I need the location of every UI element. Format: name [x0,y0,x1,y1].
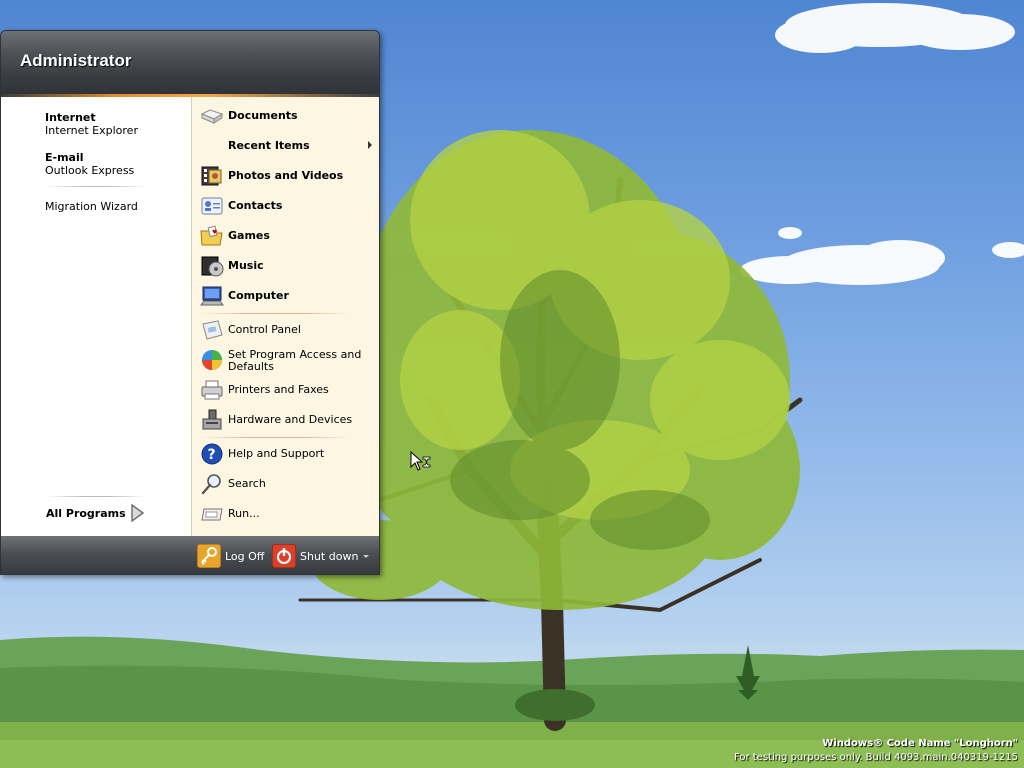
pinned-item-email[interactable]: E-mail Outlook Express [45,151,134,177]
start-menu: Administrator Internet Internet Explorer… [0,30,380,575]
chevron-down-icon[interactable] [363,555,369,558]
menu-item-help-support[interactable]: ? Help and Support [200,441,376,467]
menu-item-music[interactable]: Music [200,253,376,279]
menu-item-label: Contacts [228,199,283,212]
menu-item-printers-faxes[interactable]: Printers and Faxes [200,377,376,403]
menu-item-label: Hardware and Devices [228,413,353,426]
svg-text:♥: ♥ [212,229,217,236]
run-icon [201,508,223,521]
search-icon [201,474,221,495]
key-icon [197,544,221,568]
pinned-item-internet[interactable]: Internet Internet Explorer [45,111,138,137]
program-access-icon [202,350,222,370]
log-off-button[interactable]: Log Off [197,544,267,568]
power-icon [272,544,296,568]
menu-separator [200,313,350,314]
music-icon [201,256,224,277]
menu-item-run[interactable]: Run... [200,501,376,527]
menu-item-set-program-access[interactable]: Set Program Access and Defaults [200,347,376,373]
mouse-cursor-icon [410,451,431,471]
log-off-label: Log Off [225,550,265,563]
pinned-item-title: Internet [45,111,96,124]
help-icon: ? [201,443,223,465]
start-menu-footer: Log Off Shut down [1,536,379,574]
menu-item-control-panel[interactable]: Control Panel [200,317,376,343]
user-name[interactable]: Administrator [20,51,131,71]
menu-item-label: Printers and Faxes [228,383,329,396]
pinned-separator [45,186,147,187]
recent-item-migration-wizard[interactable]: Migration Wizard [45,200,138,213]
contacts-icon [201,197,223,215]
menu-item-label: Recent Items [228,139,310,152]
printer-icon [201,380,223,400]
hardware-icon [202,409,222,430]
all-programs-label: All Programs [46,507,126,520]
menu-item-hardware-devices[interactable]: Hardware and Devices [200,407,376,433]
computer-icon [200,286,224,306]
recent-item-label: Migration Wizard [45,200,138,213]
menu-item-label: Control Panel [228,323,301,336]
arrow-right-icon [131,503,145,523]
pinned-item-title: E-mail [45,151,84,164]
menu-item-label: Run... [228,507,260,520]
watermark-title: Windows® Code Name "Longhorn" [822,738,1018,749]
menu-item-search[interactable]: Search [200,471,376,497]
start-menu-header: Administrator [1,31,379,95]
start-menu-right-pane: Documents Recent Items Photos and Videos… [191,97,379,536]
menu-item-photos-videos[interactable]: Photos and Videos [200,163,376,189]
all-programs-separator [45,496,147,497]
menu-item-label: Set Program Access and Defaults [228,348,362,373]
all-programs-button[interactable]: All Programs [46,502,166,524]
menu-item-label: Games [228,229,270,242]
menu-separator [200,437,350,438]
menu-item-label: Search [228,477,266,490]
menu-item-label: Music [228,259,264,272]
menu-item-label: Computer [228,289,289,302]
build-watermark: Windows® Code Name "Longhorn" For testin… [734,737,1018,765]
pinned-item-subtitle: Outlook Express [45,164,135,177]
menu-item-documents[interactable]: Documents [200,103,376,129]
menu-item-label: Photos and Videos [228,169,344,182]
start-menu-left-pane: Internet Internet Explorer E-mail Outloo… [1,97,191,536]
photos-videos-icon [201,166,222,186]
menu-item-contacts[interactable]: Contacts [200,193,376,219]
watermark-subtitle: For testing purposes only. Build 4093.ma… [733,752,1018,763]
menu-item-recent-items[interactable]: Recent Items [200,133,376,159]
games-icon: ♥ [200,225,223,246]
menu-item-label: Help and Support [228,447,325,460]
svg-text:?: ? [208,447,216,463]
menu-item-label: Documents [228,109,298,122]
submenu-arrow-icon [368,141,372,149]
menu-item-games[interactable]: ♥ Games [200,223,376,249]
documents-icon [200,109,224,124]
pinned-item-subtitle: Internet Explorer [45,124,138,137]
shut-down-label: Shut down [300,550,359,563]
menu-item-computer[interactable]: Computer [200,283,376,309]
shut-down-button[interactable]: Shut down [272,544,362,568]
control-panel-icon [202,320,223,340]
